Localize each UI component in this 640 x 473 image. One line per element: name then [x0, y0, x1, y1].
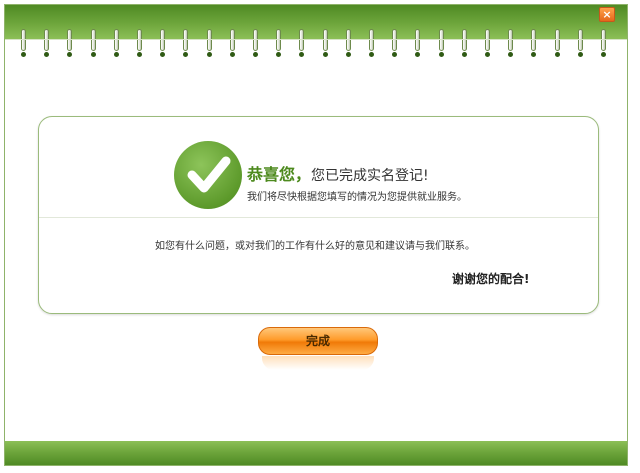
binding-ring	[21, 29, 26, 57]
binding-ring	[323, 29, 328, 57]
binding-ring	[230, 29, 235, 57]
binding-ring	[369, 29, 374, 57]
check-circle-icon	[174, 141, 242, 209]
success-title: 恭喜您，您已完成实名登记!	[247, 161, 429, 185]
binding-ring	[346, 29, 351, 57]
panel-divider	[39, 217, 598, 218]
binding-ring	[555, 29, 560, 57]
binding-ring	[91, 29, 96, 57]
finish-button-reflection	[262, 356, 374, 370]
notebook-bottom-bar	[5, 441, 627, 465]
binding-ring	[44, 29, 49, 57]
binding-ring	[439, 29, 444, 57]
binding-ring	[137, 29, 142, 57]
binding-ring	[299, 29, 304, 57]
binding-ring	[578, 29, 583, 57]
binding-ring	[415, 29, 420, 57]
binding-ring	[392, 29, 397, 57]
close-button[interactable]: ×	[599, 7, 615, 22]
binding-ring	[276, 29, 281, 57]
binding-ring	[183, 29, 188, 57]
binding-ring	[485, 29, 490, 57]
binding-ring	[253, 29, 258, 57]
binding-ring	[601, 29, 606, 57]
contact-notice: 如您有什么问题，或对我们的工作有什么好的意见和建议请与我们联系。	[155, 241, 475, 252]
success-title-strong: 恭喜您，	[247, 165, 312, 184]
registration-success-dialog: × 恭喜您，您已完成实名登记! 我们将尽快根据您填写的情况为您提供就业服务。 如…	[4, 4, 628, 466]
binding-ring	[114, 29, 119, 57]
paper-edge-line	[5, 39, 627, 40]
binding-ring	[67, 29, 72, 57]
finish-button[interactable]: 完成	[258, 327, 378, 355]
binding-ring	[462, 29, 467, 57]
binding-ring	[207, 29, 212, 57]
message-panel: 恭喜您，您已完成实名登记! 我们将尽快根据您填写的情况为您提供就业服务。 如您有…	[38, 116, 599, 314]
close-icon[interactable]: ×	[602, 8, 611, 21]
service-notice: 我们将尽快根据您填写的情况为您提供就业服务。	[247, 192, 467, 203]
success-title-rest: 您已完成实名登记!	[311, 168, 429, 184]
binding-ring	[508, 29, 513, 57]
thanks-text: 谢谢您的配合!	[452, 272, 530, 286]
notebook-rings	[5, 23, 627, 63]
binding-ring	[160, 29, 165, 57]
binding-ring	[531, 29, 536, 57]
